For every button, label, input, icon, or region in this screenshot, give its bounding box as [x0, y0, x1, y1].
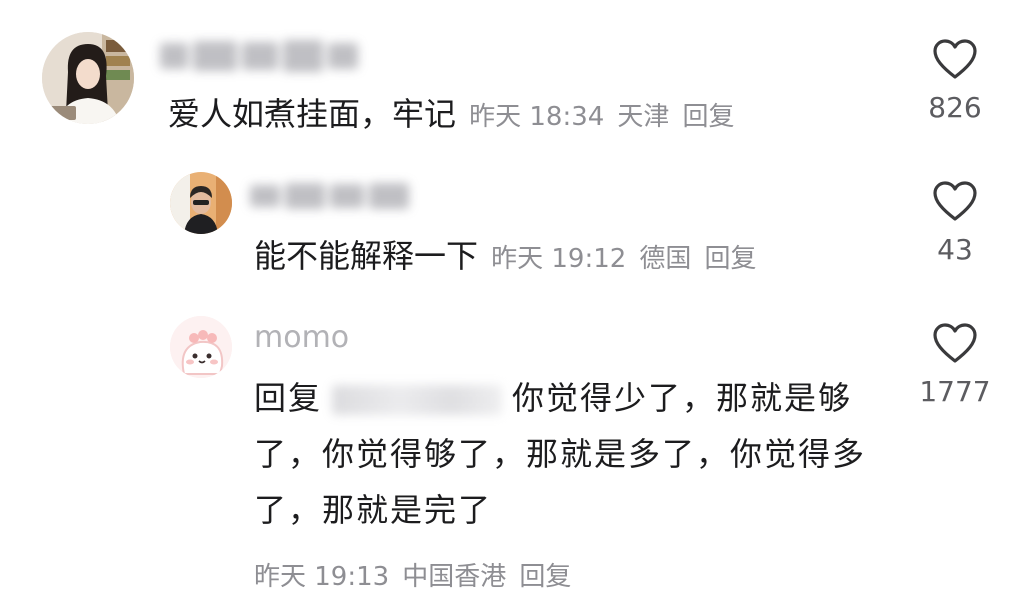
- comment-time: 昨天 19:12: [491, 244, 627, 274]
- user-avatar-man-icon: [170, 172, 232, 234]
- reply-button[interactable]: 回复: [683, 102, 735, 132]
- like-button[interactable]: 1777: [910, 322, 1000, 410]
- comment-text: 爱人如煮挂面，牢记: [168, 95, 457, 133]
- comment-body: 能不能解释一下 昨天 19:12 德国 回复: [254, 236, 757, 276]
- avatar[interactable]: [42, 32, 134, 124]
- reply-prefix[interactable]: 回复: [254, 379, 322, 417]
- comment-location: 德国: [639, 244, 692, 274]
- like-count: 1777: [919, 375, 991, 408]
- user-avatar-woman-icon: [42, 32, 134, 124]
- comment-meta: 昨天 19:13 中国香港 回复: [254, 556, 571, 593]
- comment-text: 能不能解释一下: [254, 237, 479, 275]
- like-button[interactable]: 826: [910, 38, 1000, 126]
- comment-time: 昨天 19:13: [254, 562, 390, 592]
- reply-button[interactable]: 回复: [519, 562, 571, 592]
- comment-body: 爱人如煮挂面，牢记 昨天 18:34 天津 回复: [168, 94, 735, 134]
- comment-text-line1: 你觉得少了，那就是: [512, 379, 819, 417]
- comment-time: 昨天 18:34: [469, 102, 605, 132]
- username[interactable]: momo: [254, 318, 349, 358]
- comment-location: 中国香港: [402, 562, 507, 592]
- heart-outline-icon: [933, 39, 977, 79]
- heart-outline-icon: [933, 323, 977, 363]
- like-button[interactable]: 43: [910, 180, 1000, 268]
- like-count: 826: [928, 91, 982, 124]
- username-blurred[interactable]: [160, 34, 360, 78]
- mentioned-user-blurred[interactable]: [332, 385, 503, 415]
- comment-location: 天津: [617, 102, 670, 132]
- heart-outline-icon: [933, 181, 977, 221]
- reply-button[interactable]: 回复: [705, 244, 757, 274]
- avatar[interactable]: [170, 172, 232, 234]
- cartoon-dinosaur-avatar-icon: [170, 316, 232, 378]
- like-count: 43: [937, 233, 973, 266]
- comment-body: 回复 你觉得少了，那就是够了，你觉得够了，那就是多了，你觉得多了，那就是完了: [254, 370, 874, 538]
- username-blurred[interactable]: [250, 176, 416, 216]
- avatar[interactable]: [170, 316, 232, 378]
